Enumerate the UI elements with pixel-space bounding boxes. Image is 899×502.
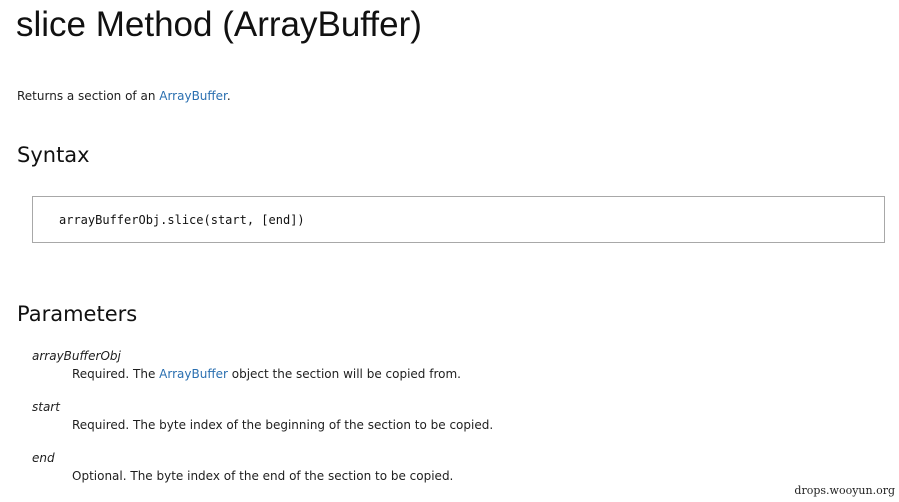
page-title: slice Method (ArrayBuffer) xyxy=(16,5,422,44)
syntax-heading: Syntax xyxy=(17,143,90,167)
summary-prefix: Returns a section of an xyxy=(17,89,160,103)
syntax-code-block: arrayBufferObj.slice(start, [end]) xyxy=(32,196,885,243)
arraybuffer-link[interactable]: ArrayBuffer xyxy=(159,89,227,103)
param-name-end: end xyxy=(32,451,55,465)
param-arraybuffer-link[interactable]: ArrayBuffer xyxy=(159,367,228,381)
summary-suffix: . xyxy=(226,89,231,103)
param-desc-start: Required. The byte index of the beginnin… xyxy=(72,418,494,432)
watermark: drops.wooyun.org xyxy=(794,484,895,497)
param-desc-arraybufferobj: Required. The ArrayBuffer object the sec… xyxy=(72,366,461,382)
param-desc-suffix: object the section will be copied from. xyxy=(227,367,461,381)
param-name-start: start xyxy=(32,400,60,414)
param-desc-end: Optional. The byte index of the end of t… xyxy=(72,469,454,483)
syntax-code: arrayBufferObj.slice(start, [end]) xyxy=(59,213,305,227)
param-name-arraybufferobj: arrayBufferObj xyxy=(32,349,121,363)
summary-text: Returns a section of an ArrayBuffer. xyxy=(17,88,231,104)
parameters-heading: Parameters xyxy=(17,302,138,326)
param-desc-prefix: Required. The xyxy=(72,367,160,381)
